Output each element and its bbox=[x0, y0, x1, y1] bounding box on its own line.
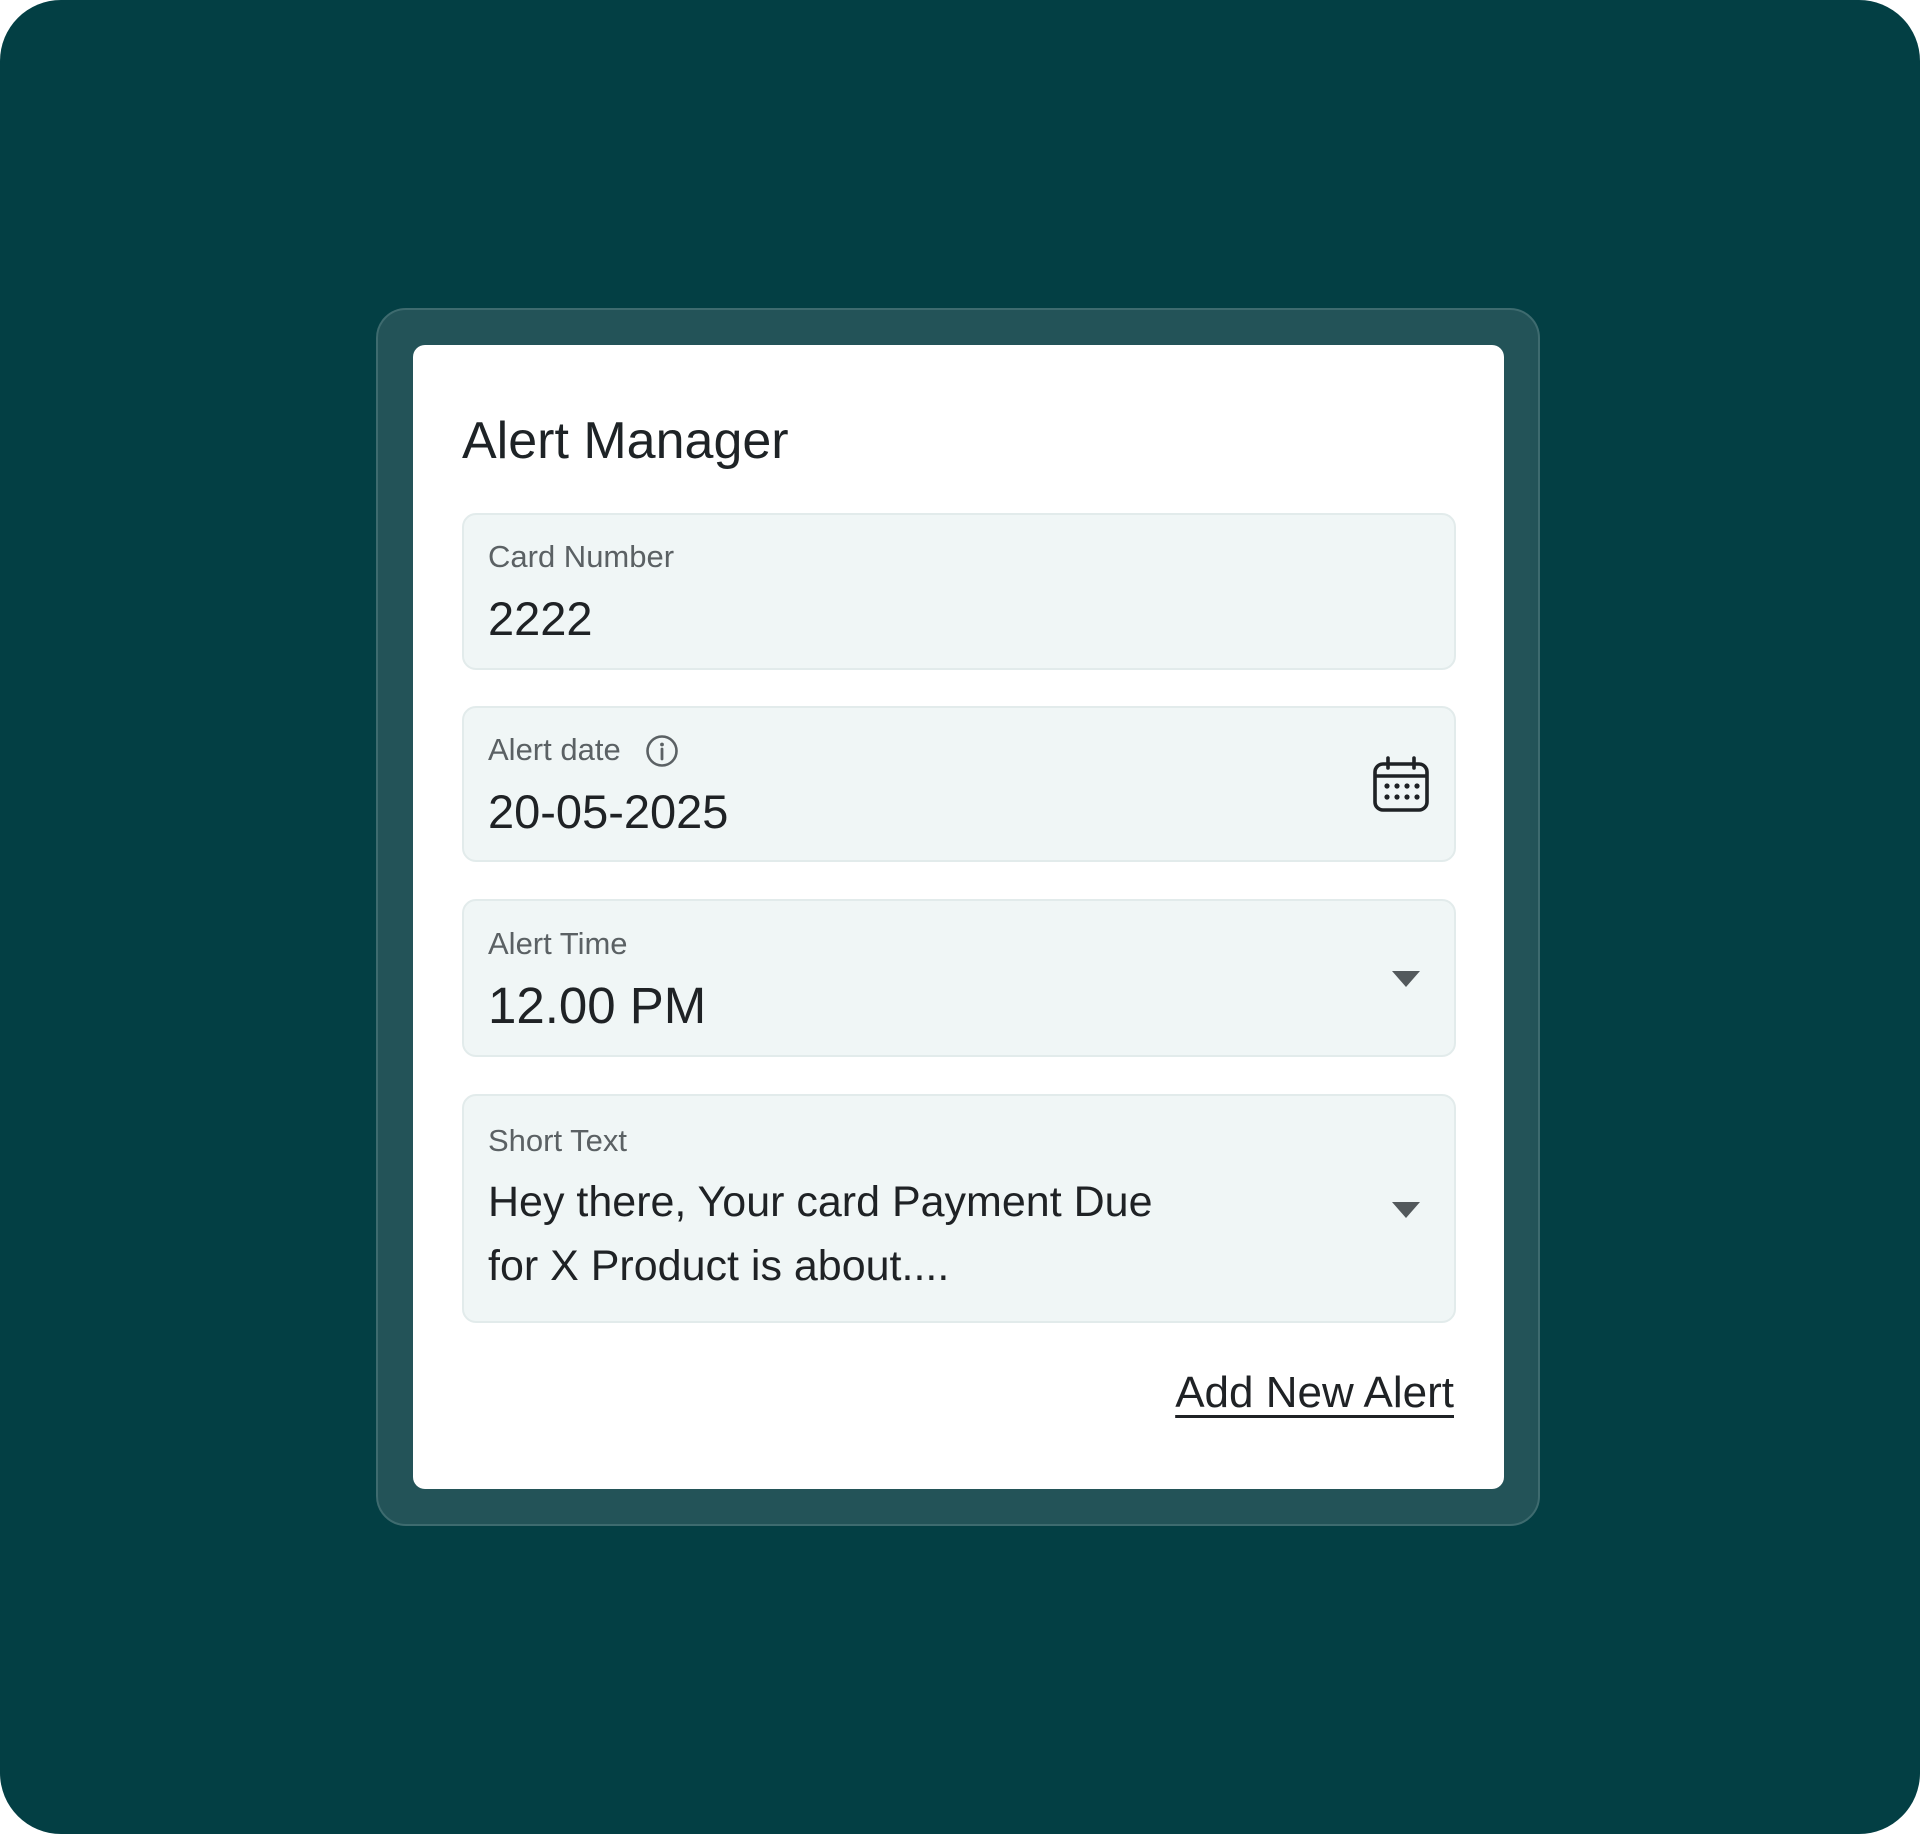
short-text-select[interactable]: Short Text Hey there, Your card Payment … bbox=[462, 1094, 1456, 1323]
card-number-value: 2222 bbox=[488, 592, 593, 645]
card-number-field[interactable]: Card Number 2222 bbox=[462, 513, 1456, 670]
page-background: Alert Manager Card Number 2222 Alert dat… bbox=[0, 0, 1920, 1834]
add-new-alert-link[interactable]: Add New Alert bbox=[1175, 1367, 1454, 1420]
dropdown-arrow-icon[interactable] bbox=[1392, 1202, 1420, 1218]
alert-time-select[interactable]: Alert Time 12.00 PM bbox=[462, 899, 1456, 1057]
alert-date-label: Alert date bbox=[488, 732, 621, 767]
alert-date-value: 20-05-2025 bbox=[488, 785, 729, 838]
alert-manager-card: Alert Manager Card Number 2222 Alert dat… bbox=[413, 345, 1504, 1489]
page-title: Alert Manager bbox=[462, 412, 789, 470]
short-text-value: Hey there, Your card Payment Due for X P… bbox=[488, 1178, 1153, 1290]
alert-date-field[interactable]: Alert date 20-05-2025 bbox=[462, 706, 1456, 862]
alert-time-value: 12.00 PM bbox=[488, 977, 707, 1034]
short-text-label: Short Text bbox=[488, 1123, 628, 1158]
card-number-label: Card Number bbox=[488, 539, 675, 574]
info-icon[interactable] bbox=[645, 734, 679, 768]
alert-time-label: Alert Time bbox=[488, 926, 628, 961]
calendar-icon[interactable] bbox=[1372, 756, 1430, 814]
dropdown-arrow-icon[interactable] bbox=[1392, 971, 1420, 987]
